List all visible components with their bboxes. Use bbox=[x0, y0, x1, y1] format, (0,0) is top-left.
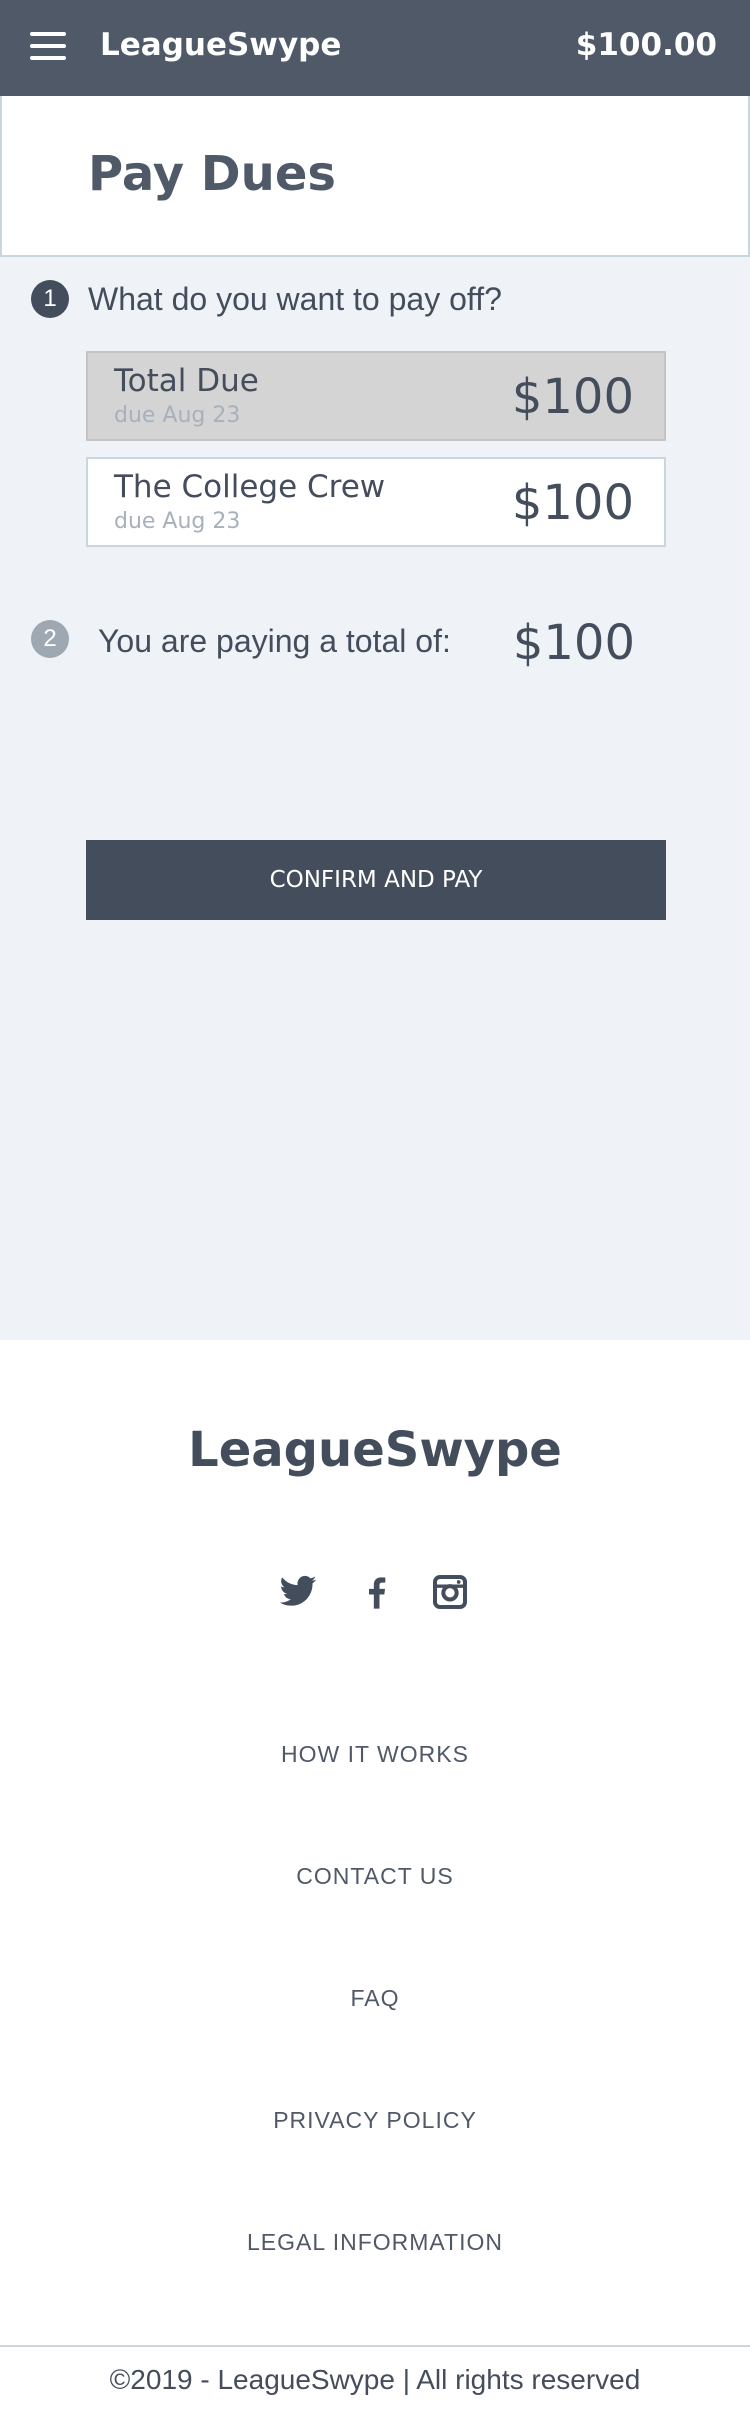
option-the-college-crew[interactable]: The College Crew due Aug 23 $100 bbox=[86, 457, 666, 547]
instagram-icon[interactable] bbox=[430, 1572, 470, 1612]
footer-link-how-it-works[interactable]: HOW IT WORKS bbox=[0, 1741, 750, 1768]
option-name: Total Due bbox=[114, 363, 259, 399]
top-bar: LeagueSwype $100.00 bbox=[0, 0, 750, 96]
copyright-text: ©2019 - LeagueSwype | All rights reserve… bbox=[109, 2364, 641, 2395]
footer-link-contact-us[interactable]: CONTACT US bbox=[0, 1863, 750, 1890]
facebook-icon[interactable] bbox=[357, 1572, 397, 1612]
footer-logo[interactable]: LeagueSwype bbox=[0, 1422, 750, 1478]
payment-total-amount: $100 bbox=[512, 615, 635, 671]
pay-dues-form: 1 What do you want to pay off? Total Due… bbox=[0, 257, 750, 1340]
option-total-due[interactable]: Total Due due Aug 23 $100 bbox=[86, 351, 666, 441]
brand-name[interactable]: LeagueSwype bbox=[100, 27, 341, 63]
step-2-badge: 2 bbox=[31, 620, 69, 658]
option-due-date: due Aug 23 bbox=[114, 509, 241, 534]
hamburger-menu-icon[interactable] bbox=[30, 32, 68, 60]
title-panel: Pay Dues bbox=[0, 96, 750, 257]
option-amount: $100 bbox=[511, 475, 634, 531]
footer-link-legal-information[interactable]: LEGAL INFORMATION bbox=[0, 2229, 750, 2256]
option-amount: $100 bbox=[511, 369, 634, 425]
step-1-badge: 1 bbox=[31, 280, 69, 318]
confirm-and-pay-button[interactable]: CONFIRM AND PAY bbox=[86, 840, 666, 920]
account-balance: $100.00 bbox=[575, 27, 717, 63]
step-2-label: You are paying a total of: bbox=[98, 623, 451, 659]
footer: LeagueSwype HOW IT WORKS CONTACT US FAQ … bbox=[0, 1340, 750, 2426]
step-1-question: What do you want to pay off? bbox=[88, 281, 502, 317]
footer-link-faq[interactable]: FAQ bbox=[0, 1985, 750, 2012]
footer-divider bbox=[0, 2345, 750, 2347]
footer-link-privacy-policy[interactable]: PRIVACY POLICY bbox=[0, 2107, 750, 2134]
option-name: The College Crew bbox=[114, 469, 386, 505]
page-title: Pay Dues bbox=[88, 146, 336, 202]
twitter-icon[interactable] bbox=[278, 1572, 318, 1612]
option-due-date: due Aug 23 bbox=[114, 403, 241, 428]
